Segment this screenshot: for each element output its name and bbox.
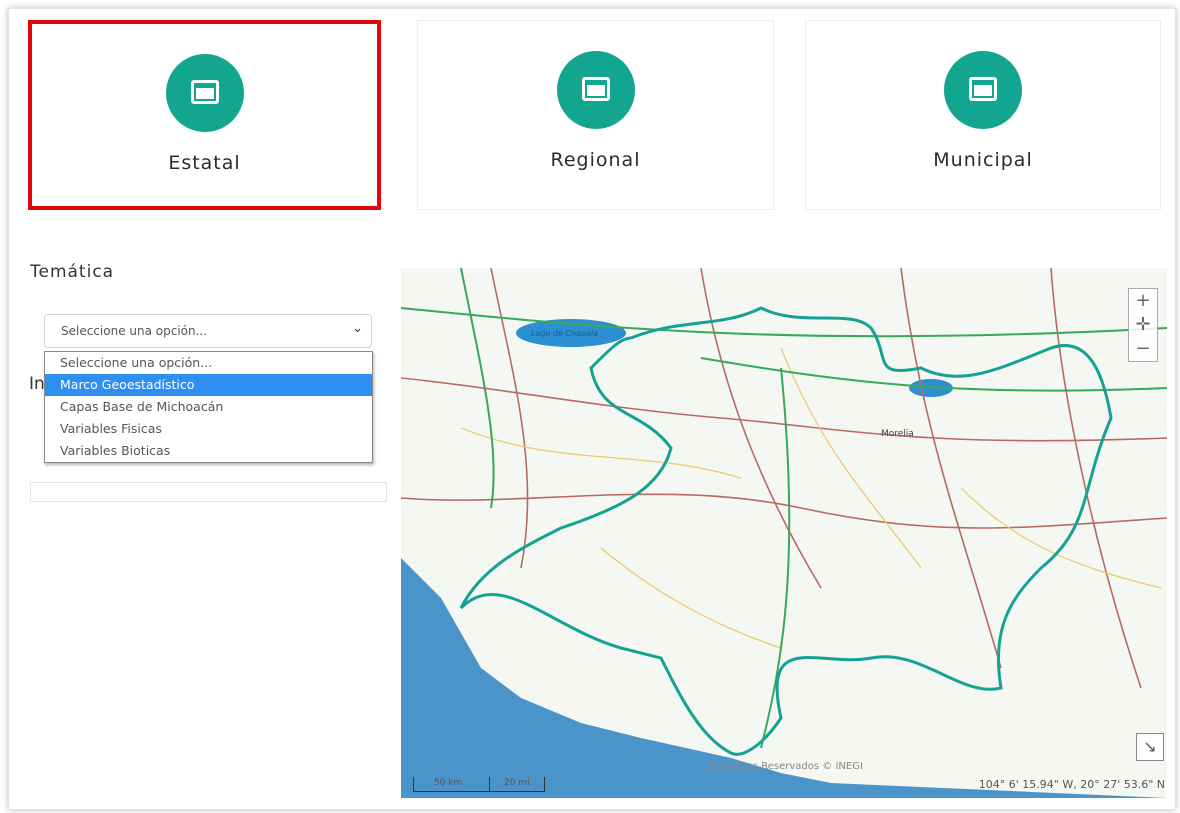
select-value: Seleccione una opción... [61,324,208,338]
map-scale: 50 km 20 mi [413,777,545,792]
scale-mi: 20 mi [504,778,530,788]
dropdown-option[interactable]: Capas Base de Michoacán [45,396,372,418]
zoom-reset-button[interactable]: ✛ [1129,313,1157,337]
tematica-dropdown[interactable]: Seleccione una opción... Marco Geoestadí… [44,351,373,463]
zoom-control: + ✛ − [1128,288,1158,362]
map-graphic: Lago de Chapala Morelia [401,268,1167,798]
zoom-in-button[interactable]: + [1129,289,1157,313]
card-regional[interactable]: Regional [417,20,774,210]
secondary-field[interactable] [30,482,387,502]
card-label: Municipal [933,149,1033,171]
dropdown-option[interactable]: Seleccione una opción... [45,352,372,374]
window-icon [165,54,244,132]
map-coordinates: 104° 6' 15.94" W, 20° 27' 53.6" N [978,778,1165,791]
lake-label: Lago de Chapala [531,329,598,338]
dropdown-option[interactable]: Variables Bioticas [45,440,372,462]
dropdown-option[interactable]: Variables Fisicas [45,418,372,440]
chevron-down-icon: ⌄ [352,321,363,336]
card-label: Regional [550,149,641,171]
card-estatal[interactable]: Estatal [28,20,381,210]
map-credit: Derechos Reservados © INEGI [711,761,863,772]
card-label: Estatal [168,152,241,174]
city-label: Morelia [881,429,914,439]
zoom-out-button[interactable]: − [1129,337,1157,361]
expand-icon[interactable]: ↘ [1136,733,1164,761]
section-label: In [29,374,45,394]
scale-km: 50 km [434,778,463,788]
window-icon [944,51,1022,129]
window-icon [556,51,635,129]
tematica-select[interactable]: Seleccione una opción... ⌄ [44,314,372,348]
map-view[interactable]: Lago de Chapala Morelia + ✛ − ↘ Derechos… [401,268,1167,798]
card-municipal[interactable]: Municipal [805,20,1161,210]
tematica-label: Temática [30,262,115,282]
dropdown-option-highlighted[interactable]: Marco Geoestadístico [45,374,372,396]
